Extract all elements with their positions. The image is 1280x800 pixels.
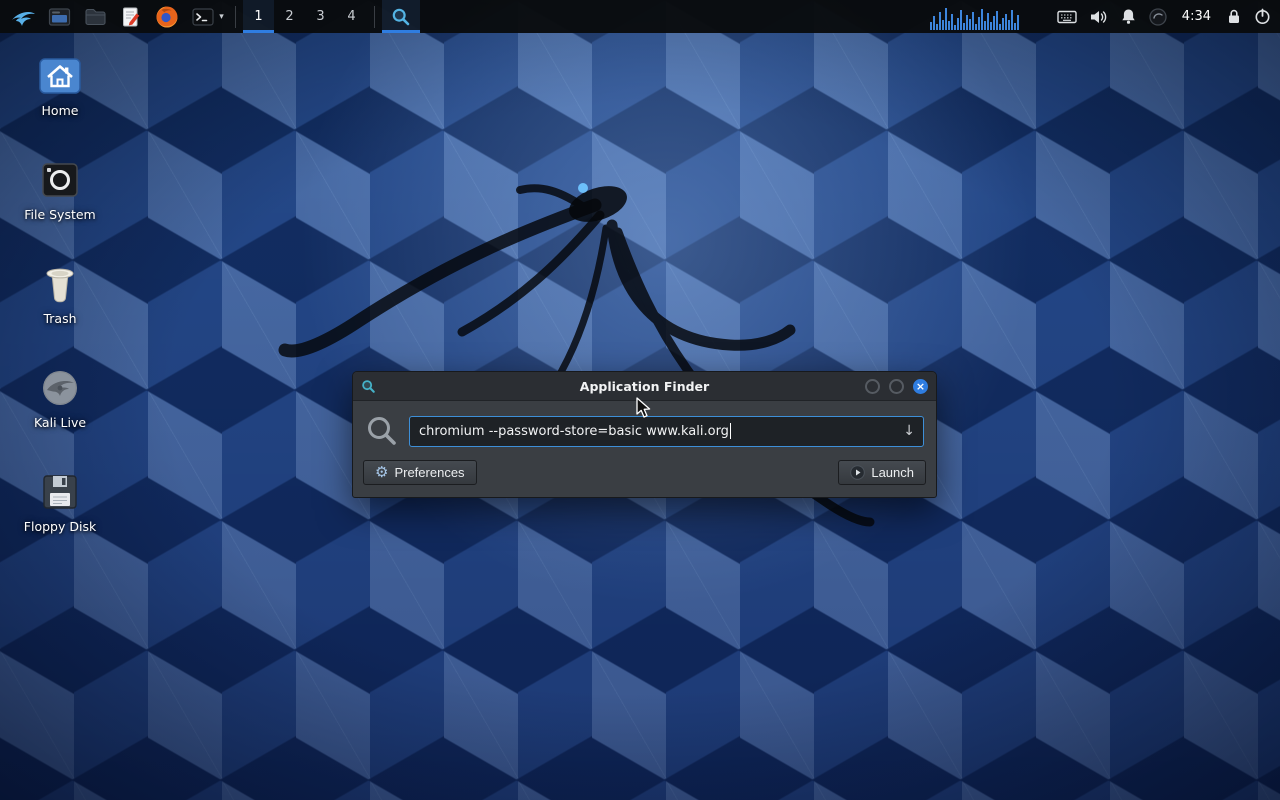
desktop-icon-label: Trash — [43, 311, 76, 326]
keyboard-tray-button[interactable] — [1057, 9, 1077, 25]
network-icon — [1149, 8, 1167, 26]
combo-dropdown-arrow-icon[interactable]: ↓ — [903, 423, 915, 439]
notifications-tray-button[interactable] — [1120, 8, 1137, 25]
terminal-icon — [192, 7, 214, 27]
desktop-icon-trash[interactable]: Trash — [8, 262, 112, 326]
desktop-icon-kali-live[interactable]: Kali Live — [8, 366, 112, 430]
panel-tray: 4:34 — [930, 0, 1280, 33]
panel-launchers: ▾ 1 2 3 4 — [0, 0, 420, 33]
text-editor-launcher[interactable] — [113, 0, 149, 33]
top-panel: ▾ 1 2 3 4 — [0, 0, 1280, 33]
workspace-button-4[interactable]: 4 — [336, 0, 367, 33]
desktop-icon-label: Floppy Disk — [24, 519, 96, 534]
workspace-label: 2 — [285, 9, 293, 24]
application-finder-window: Application Finder × chromium --password… — [352, 371, 937, 498]
close-icon: × — [916, 380, 925, 393]
minimize-button[interactable] — [865, 379, 880, 394]
text-editor-icon — [120, 6, 142, 28]
workspace-button-1[interactable]: 1 — [243, 0, 274, 33]
gear-icon: ⚙ — [375, 465, 388, 480]
workspace-label: 3 — [316, 9, 324, 24]
cpu-graph[interactable] — [930, 4, 1019, 30]
power-icon — [1254, 8, 1271, 25]
lock-icon — [1226, 8, 1242, 25]
desktop-icon-column: Home File System Trash — [8, 54, 112, 534]
window-controls: × — [865, 379, 928, 394]
folder-icon — [84, 7, 107, 27]
workspace-label: 4 — [347, 9, 355, 24]
clock[interactable]: 4:34 — [1179, 9, 1214, 24]
launch-button[interactable]: Launch — [838, 460, 926, 485]
volume-tray-button[interactable] — [1089, 9, 1108, 25]
maximize-button[interactable] — [889, 379, 904, 394]
chevron-down-icon: ▾ — [219, 12, 224, 22]
home-icon — [38, 57, 82, 95]
desktop-icon-label: Kali Live — [34, 415, 86, 430]
workspace-label: 1 — [254, 9, 262, 24]
desktop-icon-home[interactable]: Home — [8, 54, 112, 118]
text-caret — [730, 423, 731, 439]
kali-live-disc-icon — [38, 368, 82, 408]
desktop-icon-file-system[interactable]: File System — [8, 158, 112, 222]
preferences-button-label: Preferences — [394, 465, 464, 480]
magnifier-icon — [391, 7, 411, 27]
files-launcher[interactable] — [77, 0, 113, 33]
floppy-disk-icon — [40, 472, 80, 512]
search-input-value: chromium --password-store=basic www.kali… — [419, 424, 729, 439]
launch-icon — [850, 465, 865, 480]
window-titlebar[interactable]: Application Finder × — [353, 372, 936, 401]
lock-screen-button[interactable] — [1226, 8, 1242, 25]
firefox-launcher[interactable] — [149, 0, 185, 33]
app-finder-window-icon — [361, 379, 376, 394]
workspace-button-2[interactable]: 2 — [274, 0, 305, 33]
network-tray-button[interactable] — [1149, 8, 1167, 26]
file-manager-icon — [48, 7, 71, 27]
volume-icon — [1089, 9, 1108, 25]
keyboard-icon — [1057, 9, 1077, 25]
firefox-icon — [155, 5, 179, 29]
panel-separator — [374, 6, 375, 28]
search-icon — [365, 414, 399, 448]
search-input[interactable]: chromium --password-store=basic www.kali… — [409, 416, 924, 447]
terminal-dropdown-arrow[interactable]: ▾ — [215, 0, 228, 33]
launch-button-label: Launch — [871, 465, 914, 480]
dialog-body: chromium --password-store=basic www.kali… — [353, 401, 936, 497]
panel-separator — [235, 6, 236, 28]
file-system-icon — [38, 160, 82, 200]
logout-button[interactable] — [1254, 8, 1271, 25]
kali-menu-button[interactable] — [5, 0, 41, 33]
desktop: ▾ 1 2 3 4 — [0, 0, 1280, 800]
desktop-icon-floppy-disk[interactable]: Floppy Disk — [8, 470, 112, 534]
app-finder-taskbar-button[interactable] — [382, 0, 420, 33]
file-manager-launcher[interactable] — [41, 0, 77, 33]
trash-icon — [36, 262, 84, 306]
desktop-icon-label: File System — [24, 207, 96, 222]
close-button[interactable]: × — [913, 379, 928, 394]
preferences-button[interactable]: ⚙ Preferences — [363, 460, 477, 485]
bell-icon — [1120, 8, 1137, 25]
workspace-button-3[interactable]: 3 — [305, 0, 336, 33]
window-title: Application Finder — [353, 379, 936, 394]
kali-logo-icon — [10, 4, 36, 30]
desktop-icon-label: Home — [42, 103, 79, 118]
